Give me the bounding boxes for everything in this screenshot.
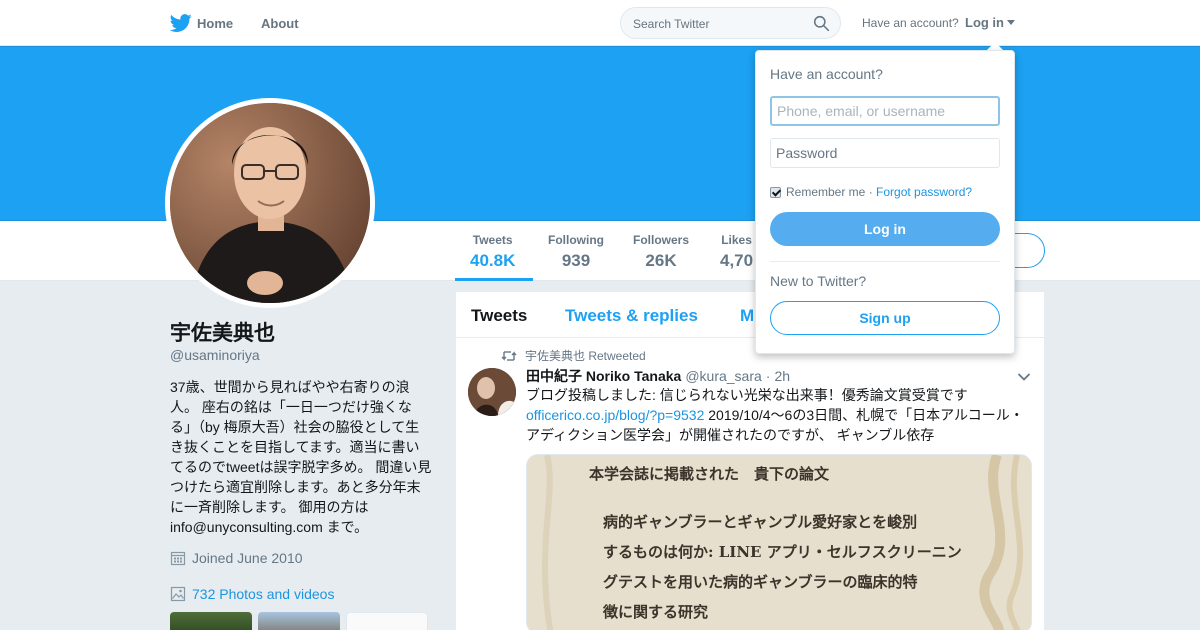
- photos-text: 732 Photos and videos: [192, 586, 335, 602]
- media-line: グテストを用いた病的ギャンブラーの臨床的特: [603, 573, 918, 591]
- remember-checkbox[interactable]: [770, 186, 781, 198]
- tweet-author[interactable]: 田中紀子 Noriko Tanaka: [526, 366, 681, 386]
- new-to-twitter-text: New to Twitter?: [770, 273, 867, 289]
- caret-down-icon: [1007, 20, 1015, 25]
- tweet-avatar[interactable]: [468, 368, 516, 416]
- stat-value: 26K: [645, 251, 677, 270]
- media-line: 病的ギャンブラーとギャンブル愛好家とを峻別: [603, 513, 918, 531]
- divider: [770, 261, 1000, 262]
- tweet-link[interactable]: officerico.co.jp/blog/?p=9532: [526, 407, 704, 423]
- profile-joined: Joined June 2010: [170, 550, 303, 566]
- stat-value: 40.8K: [470, 251, 516, 270]
- stat-tweets[interactable]: Tweets 40.8K: [470, 233, 515, 271]
- avatar-photo: [170, 103, 370, 303]
- search-box[interactable]: [620, 7, 841, 39]
- photo-thumbnail[interactable]: [346, 612, 428, 630]
- profile-avatar[interactable]: [165, 98, 375, 308]
- top-nav: Home About Have an account? Log in: [0, 0, 1200, 46]
- stat-likes[interactable]: Likes 4,70: [720, 233, 753, 271]
- nav-about[interactable]: About: [261, 0, 299, 46]
- signup-button[interactable]: Sign up: [770, 301, 1000, 335]
- active-tab-underline: [455, 278, 533, 281]
- tweet-header: 田中紀子 Noriko Tanaka @kura_sara · 2h: [526, 366, 790, 386]
- nav-home-label: Home: [197, 15, 234, 31]
- retweet-icon: [501, 350, 517, 361]
- stat-value: 4,70: [720, 251, 754, 270]
- retweet-context: 宇佐美典也 Retweeted: [501, 347, 646, 364]
- stat-label: Likes: [721, 233, 752, 247]
- dropdown-arrow: [987, 42, 1003, 50]
- login-button[interactable]: Log in: [770, 212, 1000, 246]
- password-input[interactable]: [770, 138, 1000, 168]
- tweet-text: ブログ投稿しました: 信じられない光栄な出来事！優秀論文賞受賞です office…: [526, 385, 1036, 445]
- media-line: 本学会誌に掲載された 貴下の論文: [589, 465, 830, 483]
- tweet-media[interactable]: 本学会誌に掲載された 貴下の論文 病的ギャンブラーとギャンブル愛好家とを峻別 す…: [526, 454, 1032, 630]
- stat-followers[interactable]: Followers 26K: [633, 233, 689, 271]
- dropdown-title: Have an account?: [770, 66, 883, 82]
- profile-bio: 37歳、世間から見ればやや右寄りの浪人。 座右の銘は「一日一つだけ強くなる」（b…: [170, 379, 432, 535]
- tweet-handle[interactable]: @kura_sara: [685, 368, 761, 384]
- login-toggle-label: Log in: [965, 15, 1004, 30]
- search-icon[interactable]: [813, 15, 830, 32]
- tab-tweets-replies[interactable]: Tweets & replies: [565, 306, 698, 326]
- stat-value: 939: [561, 251, 591, 270]
- image-icon: [170, 586, 186, 602]
- media-line: 徴に関する研究: [603, 603, 709, 621]
- tweet-separator: ·: [765, 368, 771, 384]
- have-account-text: Have an account?: [862, 16, 959, 30]
- remember-label[interactable]: Remember me: [786, 185, 865, 199]
- photos-and-videos-link[interactable]: 732 Photos and videos: [170, 586, 334, 602]
- stat-label: Following: [548, 233, 604, 247]
- tab-media[interactable]: M: [740, 306, 754, 326]
- separator: ·: [865, 185, 877, 199]
- username-input[interactable]: [770, 96, 1000, 126]
- login-dropdown: Have an account? Remember me · Forgot pa…: [755, 50, 1015, 354]
- tweet-time[interactable]: 2h: [774, 368, 790, 384]
- twitter-bird-icon: [170, 14, 192, 32]
- chevron-down-icon[interactable]: [1017, 370, 1031, 384]
- photo-thumbnail[interactable]: [170, 612, 252, 630]
- retweeted-by[interactable]: 宇佐美典也 Retweeted: [525, 347, 646, 364]
- login-dropdown-toggle[interactable]: Log in: [965, 15, 1015, 30]
- stat-label: Followers: [633, 233, 690, 247]
- profile-name[interactable]: 宇佐美典也: [170, 317, 275, 347]
- forgot-password-link[interactable]: Forgot password?: [876, 185, 972, 199]
- remember-row: Remember me · Forgot password?: [770, 185, 972, 199]
- stat-following[interactable]: Following 939: [548, 233, 604, 271]
- photo-thumbnail[interactable]: [258, 612, 340, 630]
- joined-text: Joined June 2010: [192, 550, 303, 566]
- tab-tweets[interactable]: Tweets: [471, 306, 527, 326]
- media-line: するものは何か: LINE アプリ・セルフスクリーニン: [603, 543, 962, 561]
- nav-home[interactable]: Home: [170, 0, 233, 46]
- search-input[interactable]: [633, 15, 808, 32]
- profile-handle[interactable]: @usaminoriya: [170, 347, 260, 363]
- stat-label: Tweets: [472, 233, 513, 247]
- calendar-icon: [170, 551, 186, 566]
- tweet-text-before: ブログ投稿しました: 信じられない光栄な出来事！優秀論文賞受賞です: [526, 387, 968, 403]
